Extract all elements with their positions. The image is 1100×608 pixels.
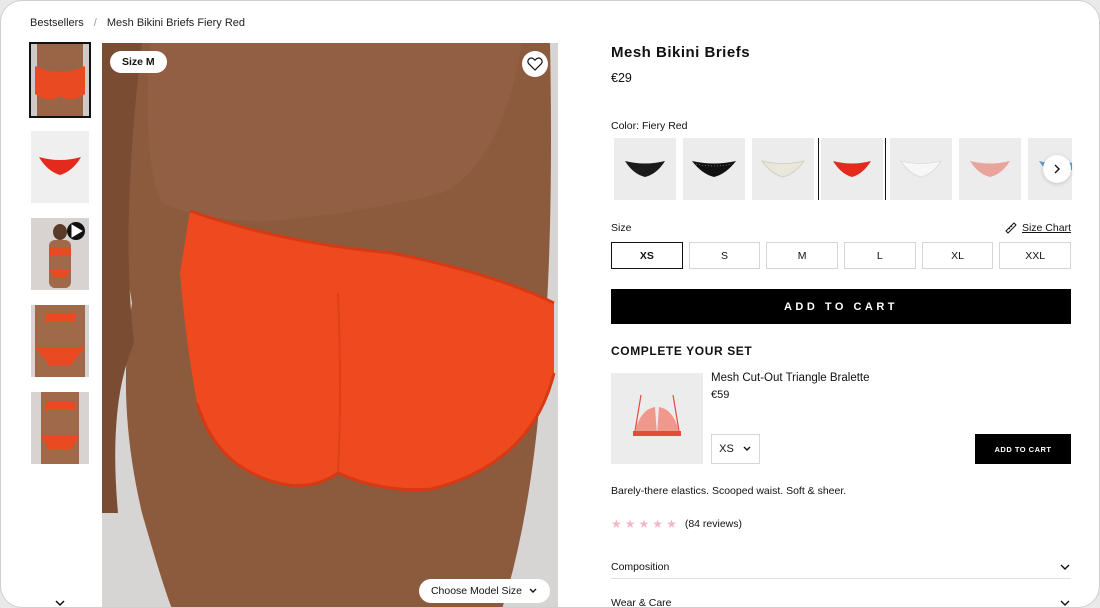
size-chart-label: Size Chart: [1021, 222, 1071, 234]
play-icon: [67, 222, 85, 240]
set-add-to-cart-button[interactable]: ADD TO CART: [975, 434, 1071, 464]
wishlist-heart-icon[interactable]: [522, 51, 548, 77]
size-option-xs[interactable]: XS: [611, 242, 683, 269]
swatch-black-crystal[interactable]: [683, 138, 745, 200]
breadcrumb: Bestsellers / Mesh Bikini Briefs Fiery R…: [30, 17, 245, 29]
chevron-down-icon: [1060, 564, 1070, 570]
add-to-cart-button[interactable]: ADD TO CART: [611, 289, 1071, 324]
color-label: Color: Fiery Red: [611, 120, 687, 132]
size-chart-link[interactable]: Size Chart: [1004, 221, 1071, 235]
color-label-prefix: Color:: [611, 120, 640, 132]
breadcrumb-separator: /: [93, 17, 97, 29]
set-product-image[interactable]: [611, 373, 703, 464]
star-icon: ★: [611, 517, 622, 531]
star-icon: ★: [652, 517, 664, 531]
page-frame: Bestsellers / Mesh Bikini Briefs Fiery R…: [0, 0, 1100, 608]
set-size-select[interactable]: XS: [711, 434, 760, 464]
ruler-icon: [1005, 222, 1017, 234]
swatch-black-mesh[interactable]: [614, 138, 676, 200]
choose-model-size-label: Choose Model Size: [430, 585, 522, 597]
thumbnail-1[interactable]: [29, 42, 91, 118]
size-option-xxl[interactable]: XXL: [999, 242, 1072, 269]
chevron-right-icon[interactable]: [1043, 155, 1071, 183]
product-price: €29: [611, 71, 632, 85]
thumbnail-2[interactable]: [31, 131, 89, 203]
size-option-s[interactable]: S: [688, 242, 761, 269]
product-description: Barely-there elastics. Scooped waist. So…: [611, 485, 847, 497]
chevron-down-icon[interactable]: [53, 595, 67, 607]
breadcrumb-current: Mesh Bikini Briefs Fiery Red: [106, 17, 246, 29]
size-option-m[interactable]: M: [766, 242, 839, 269]
color-label-value: Fiery Red: [641, 120, 688, 132]
size-label: Size: [611, 222, 632, 234]
chevron-down-icon: [1060, 600, 1070, 606]
breadcrumb-bestsellers[interactable]: Bestsellers: [30, 17, 84, 29]
thumbnail-list: [29, 42, 91, 479]
set-product-name[interactable]: Mesh Cut-Out Triangle Bralette: [711, 372, 870, 384]
chevron-down-icon: [743, 446, 751, 451]
star-icon: ★: [624, 517, 636, 531]
color-swatches: [614, 138, 1072, 200]
size-worn-pill: Size M: [110, 51, 167, 73]
half-star-icon: ★: [666, 517, 677, 531]
thumbnail-3-video[interactable]: [31, 218, 89, 290]
swatch-ivory-crystal[interactable]: [752, 138, 814, 200]
size-selector: XS S M L XL XXL: [611, 242, 1072, 269]
size-option-xl[interactable]: XL: [921, 242, 994, 269]
accordion-wear-care[interactable]: Wear & Care: [611, 591, 1071, 608]
rating[interactable]: ★ ★ ★ ★ ★ (84 reviews): [611, 517, 742, 531]
chevron-down-icon: [529, 588, 537, 593]
accordion-wear-care-label: Wear & Care: [611, 597, 672, 608]
choose-model-size-button[interactable]: Choose Model Size: [418, 579, 550, 603]
thumbnail-5[interactable]: [31, 392, 89, 464]
set-product-price: €59: [711, 389, 730, 401]
star-icon: ★: [638, 517, 650, 531]
set-size-value: XS: [719, 443, 734, 455]
swatch-fiery-red[interactable]: [818, 138, 886, 200]
thumbnail-4[interactable]: [31, 305, 89, 377]
accordion-composition[interactable]: Composition: [611, 555, 1071, 579]
product-title: Mesh Bikini Briefs: [611, 44, 751, 61]
swatch-blush-crystal[interactable]: [959, 138, 1021, 200]
complete-set-heading: COMPLETE YOUR SET: [611, 344, 753, 358]
accordion-composition-label: Composition: [611, 560, 670, 573]
review-count: (84 reviews): [684, 518, 743, 530]
size-option-l[interactable]: L: [844, 242, 916, 269]
swatch-white[interactable]: [890, 138, 952, 200]
main-product-image: Size M Choose Model Size: [102, 43, 558, 607]
